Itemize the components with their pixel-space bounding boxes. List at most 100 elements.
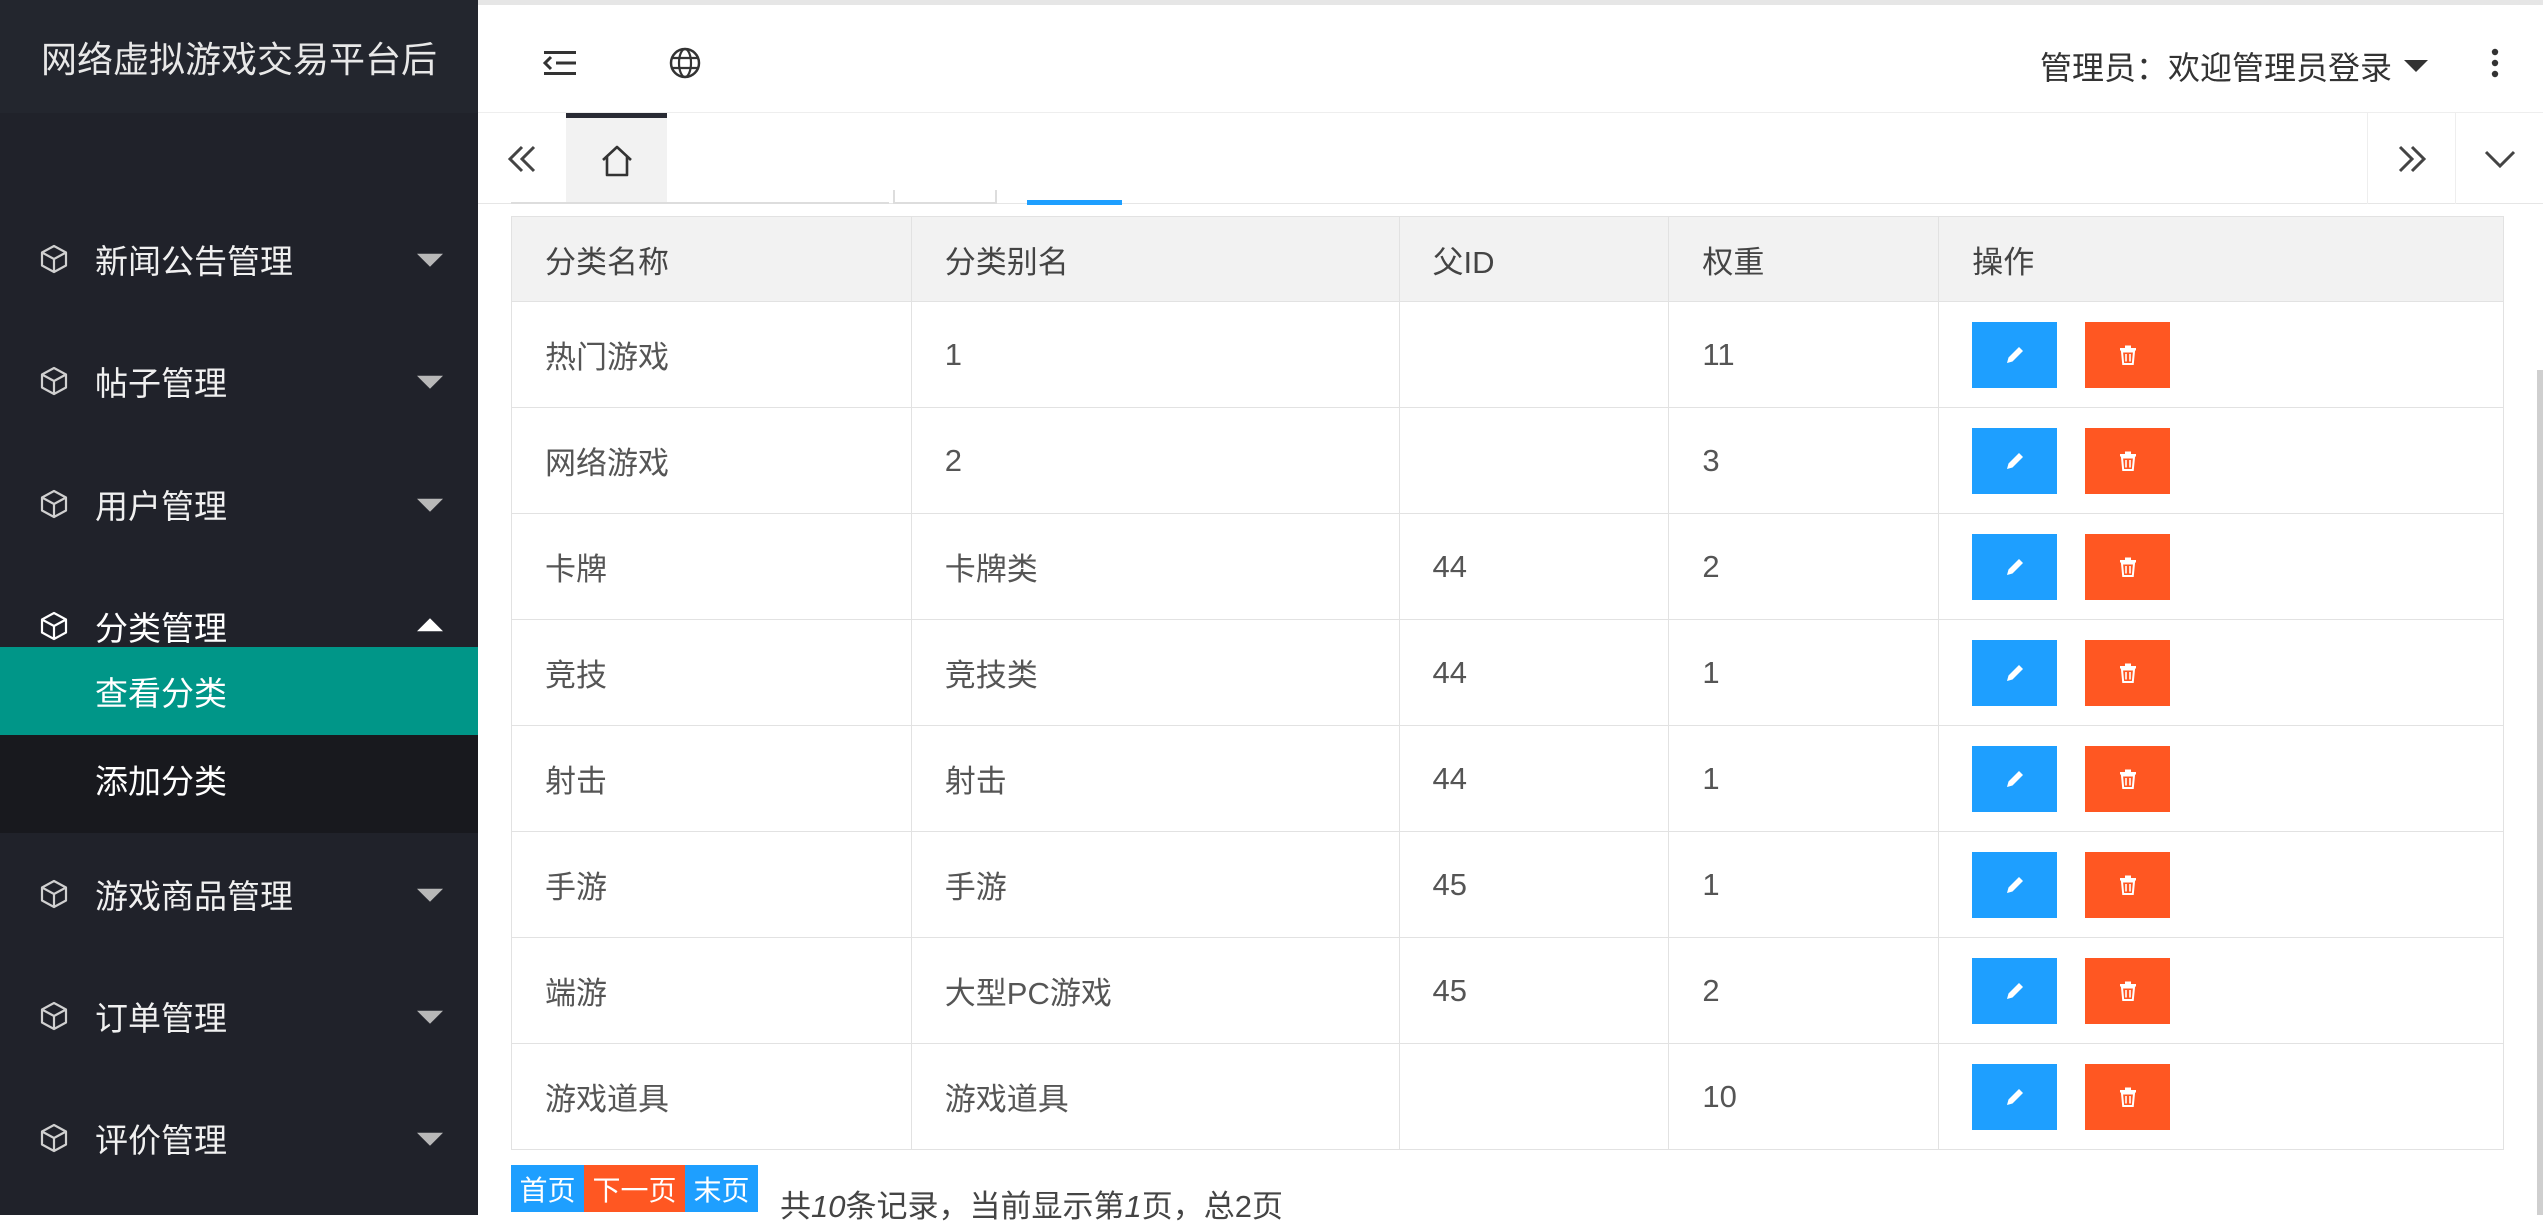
page-scrollbar[interactable]	[2537, 370, 2543, 1215]
table-cell: 卡牌	[511, 513, 912, 620]
table-cell: 44	[1398, 725, 1670, 832]
table-cell	[1398, 407, 1670, 514]
current-page: 1	[1124, 1189, 1142, 1224]
sidebar-item-orders[interactable]: 订单管理	[0, 955, 478, 1077]
trash-icon	[2119, 769, 2136, 789]
delete-button[interactable]	[2085, 851, 2171, 918]
table-cell: 11	[1668, 301, 1940, 408]
table-header-row: 分类名称 分类别名 父ID 权重 操作	[511, 216, 2504, 302]
last-page-button[interactable]: 末页	[685, 1165, 758, 1212]
actions-cell	[1938, 513, 2504, 620]
edit-button[interactable]	[1972, 639, 2058, 706]
trash-icon	[2119, 663, 2136, 683]
delete-button[interactable]	[2085, 1063, 2171, 1130]
actions-cell	[1938, 619, 2504, 726]
table-cell: 竞技	[511, 619, 912, 726]
edit-button[interactable]	[1972, 427, 2058, 494]
table-cell: 手游	[511, 831, 912, 938]
delete-button[interactable]	[2085, 533, 2171, 600]
table-cell: 端游	[511, 937, 912, 1044]
sidebar-subitem-view-categories[interactable]: 查看分类	[0, 647, 478, 735]
search-button-edge[interactable]	[1027, 200, 1122, 205]
trash-icon	[2119, 451, 2136, 471]
pencil-icon	[2006, 558, 2023, 575]
admin-menu[interactable]: 管理员：欢迎管理员登录	[2040, 43, 2428, 89]
actions-cell	[1938, 937, 2504, 1044]
table-cell: 射击	[910, 725, 1400, 832]
table-cell: 网络游戏	[511, 407, 912, 514]
sidebar-item-label: 分类管理	[95, 610, 227, 647]
sidebar-item-game-goods[interactable]: 游戏商品管理	[0, 833, 478, 955]
pagination-info-prefix: 共	[780, 1189, 811, 1224]
sidebar-item-users[interactable]: 用户管理	[0, 443, 478, 565]
table-cell: 大型PC游戏	[910, 937, 1400, 1044]
more-vertical-icon[interactable]	[2487, 43, 2503, 83]
table-cell: 2	[1668, 513, 1940, 620]
sidebar-item-label: 游戏商品管理	[95, 878, 293, 915]
pencil-icon	[2006, 982, 2023, 999]
caret-down-icon	[417, 1132, 443, 1146]
tab-options-dropdown[interactable]	[2455, 113, 2543, 204]
pagination: 首页 下一页 末页 共10条记录，当前显示第1页，总2页	[511, 1165, 1283, 1224]
next-page-button[interactable]: 下一页	[584, 1165, 685, 1212]
search-select-edge[interactable]	[893, 190, 997, 204]
home-icon	[601, 145, 632, 177]
caret-down-icon	[417, 888, 443, 902]
delete-button[interactable]	[2085, 957, 2171, 1024]
table-cell: 45	[1398, 937, 1670, 1044]
table-cell	[1398, 1043, 1670, 1150]
cube-icon	[40, 1001, 68, 1031]
edit-button[interactable]	[1972, 321, 2058, 388]
sidebar-item-label: 新闻公告管理	[95, 243, 293, 280]
sidebar-item-posts[interactable]: 帖子管理	[0, 320, 478, 442]
column-header: 分类别名	[910, 216, 1400, 302]
table-row: 射击 射击 44 1	[511, 725, 2504, 832]
cube-icon	[40, 879, 68, 909]
table-cell: 3	[1668, 407, 1940, 514]
sidebar-item-reviews[interactable]: 评价管理	[0, 1077, 478, 1199]
delete-button[interactable]	[2085, 745, 2171, 812]
table-cell: 1	[1668, 619, 1940, 726]
search-input-edge[interactable]	[511, 190, 889, 204]
tab-scroll-right[interactable]	[2367, 113, 2455, 204]
edit-button[interactable]	[1972, 851, 2058, 918]
caret-down-icon	[417, 375, 443, 389]
edit-button[interactable]	[1972, 745, 2058, 812]
actions-cell	[1938, 1043, 2504, 1150]
pencil-icon	[2006, 876, 2023, 893]
sidebar-subitem-add-category[interactable]: 添加分类	[0, 735, 478, 823]
globe-icon[interactable]	[665, 43, 705, 83]
cube-icon	[40, 244, 68, 274]
table-row: 端游 大型PC游戏 45 2	[511, 937, 2504, 1044]
delete-button[interactable]	[2085, 321, 2171, 388]
edit-button[interactable]	[1972, 957, 2058, 1024]
edit-button[interactable]	[1972, 533, 2058, 600]
trash-icon	[2119, 1087, 2136, 1107]
sidebar-item-label: 订单管理	[95, 1000, 227, 1037]
column-header: 权重	[1668, 216, 1940, 302]
table-row: 游戏道具 游戏道具 10	[511, 1043, 2504, 1150]
actions-cell	[1938, 407, 2504, 514]
first-page-button[interactable]: 首页	[511, 1165, 584, 1212]
table-cell: 2	[910, 407, 1400, 514]
table-cell: 游戏道具	[910, 1043, 1400, 1150]
chevron-down-icon	[2484, 150, 2515, 168]
sidebar-toggle-icon[interactable]	[540, 43, 580, 83]
table-cell: 1	[1668, 725, 1940, 832]
pencil-icon	[2006, 770, 2023, 787]
edit-button[interactable]	[1972, 1063, 2058, 1130]
double-chevron-right-icon	[2398, 145, 2426, 172]
table-cell: 竞技类	[910, 619, 1400, 726]
table-cell: 10	[1668, 1043, 1940, 1150]
delete-button[interactable]	[2085, 639, 2171, 706]
sidebar-item-label: 帖子管理	[95, 365, 227, 402]
pagination-info-mid: 条记录，当前显示第	[845, 1189, 1125, 1224]
trash-icon	[2119, 557, 2136, 577]
sidebar-item-news[interactable]: 新闻公告管理	[0, 198, 478, 320]
table-cell	[1398, 301, 1670, 408]
delete-button[interactable]	[2085, 427, 2171, 494]
pencil-icon	[2006, 1088, 2023, 1105]
table-cell: 射击	[511, 725, 912, 832]
pencil-icon	[2006, 346, 2023, 363]
sidebar-submenu: 查看分类 添加分类	[0, 647, 478, 833]
